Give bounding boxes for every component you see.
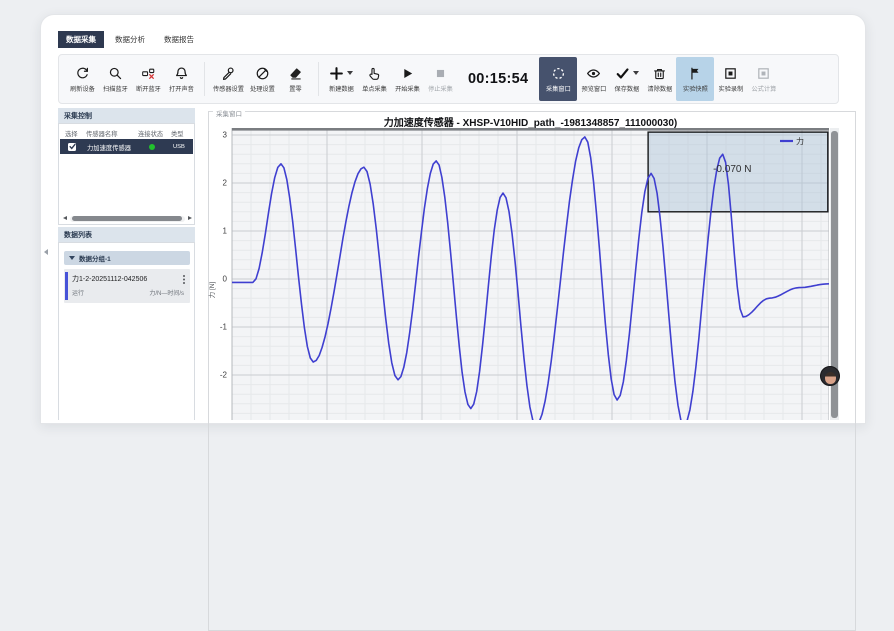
sensor-table: 选择 传感器名称 连接状态 类型 力加速度传感器 USB (58, 123, 195, 225)
data-list-panel: 数据分组-1 力1-2-20251112-042506 运行 力/N—时间/s (58, 242, 195, 420)
assistant-avatar[interactable] (820, 366, 840, 386)
scroll-left-arrow-icon[interactable] (63, 216, 67, 220)
check-icon (615, 66, 630, 81)
eye-icon (586, 66, 601, 81)
avatar-face-icon (825, 372, 836, 384)
play-icon (400, 66, 415, 81)
sensor-status-dot (149, 144, 155, 150)
data-group-row[interactable]: 数据分组-1 (64, 251, 190, 265)
sensor-settings-icon (221, 66, 236, 81)
sensor-type: USB (173, 144, 185, 150)
column-header-connect-status: 连接状态 (138, 129, 163, 138)
refresh-device-button[interactable]: 刷新设备 (66, 57, 99, 101)
record-icon (723, 66, 738, 81)
scan-bluetooth-button[interactable]: 扫描蓝牙 (99, 57, 132, 101)
tab-data-collect[interactable]: 数据采集 (58, 31, 104, 48)
dropdown-caret-icon[interactable] (633, 71, 639, 75)
toolbar-separator (318, 62, 319, 96)
formula-icon (756, 66, 771, 81)
chart-title: 力加速度传感器 - XHSP-V10HID_path_-1981348857_1… (232, 114, 829, 129)
y-tick-label: -1 (220, 323, 228, 332)
new-data-button[interactable]: 新建数据 (325, 57, 358, 101)
data-list-header: 数据列表 (58, 227, 195, 242)
dashed-circle-icon (551, 66, 566, 81)
data-item-axes: 力/N—时间/s (149, 288, 184, 297)
collect-control-header: 采集控制 (58, 108, 195, 123)
sensor-checkbox[interactable] (68, 143, 76, 151)
toolbar: 刷新设备 扫描蓝牙 断开蓝牙 打开声音 传感器设置 处理设置 置零 新建数据 单… (58, 54, 839, 104)
bluetooth-disconnect-icon (141, 66, 156, 81)
y-tick-label: 2 (223, 179, 228, 188)
column-header-sensor-name: 传感器名称 (86, 129, 117, 138)
sensor-settings-button[interactable]: 传感器设置 (211, 57, 246, 101)
page: { "window": { "tabs": [ { "label": "数据采集… (0, 0, 894, 420)
expander-caret-icon[interactable] (69, 256, 75, 260)
legend-label: 力 (796, 136, 804, 146)
measurement-annotation: -0.070 N (713, 164, 751, 175)
compass-icon (255, 66, 270, 81)
eraser-icon (288, 66, 303, 81)
sensor-row[interactable]: 力加速度传感器 USB (60, 139, 193, 154)
bell-icon (174, 66, 189, 81)
hand-point-icon (367, 66, 382, 81)
save-data-button[interactable]: 保存数据 (610, 57, 643, 101)
y-tick-label: 1 (223, 227, 228, 236)
stop-icon (433, 66, 448, 81)
dropdown-caret-icon[interactable] (347, 71, 353, 75)
collect-window-button[interactable]: 采集窗口 (539, 57, 577, 101)
clear-data-button[interactable]: 清除数据 (643, 57, 676, 101)
plot-svg[interactable]: 3 2 1 0 -1 -2 -0.070 N 力 (206, 128, 829, 420)
sensor-table-horizontal-scrollbar[interactable] (63, 215, 192, 222)
process-settings-button[interactable]: 处理设置 (246, 57, 279, 101)
search-icon (108, 66, 123, 81)
refresh-icon (75, 66, 90, 81)
zero-button[interactable]: 置零 (279, 57, 312, 101)
tab-data-analysis[interactable]: 数据分析 (107, 31, 153, 48)
sound-toggle-button[interactable]: 打开声音 (165, 57, 198, 101)
y-tick-label: 0 (223, 275, 228, 284)
chart-panel: 采集窗口 力加速度传感器 - XHSP-V10HID_path_-1981348… (196, 104, 860, 420)
single-point-collect-button[interactable]: 单点采集 (358, 57, 391, 101)
data-item-status: 运行 (72, 288, 84, 297)
scrollbar-thumb[interactable] (72, 216, 182, 221)
column-header-type: 类型 (171, 129, 184, 138)
trash-icon (652, 66, 667, 81)
main-tabs: 数据采集 数据分析 数据报告 (58, 31, 202, 48)
start-collect-button[interactable]: 开始采集 (391, 57, 424, 101)
scroll-right-arrow-icon[interactable] (188, 216, 192, 220)
stop-collect-button[interactable]: 停止采集 (424, 57, 457, 101)
plus-icon (329, 66, 344, 81)
column-header-select: 选择 (65, 129, 78, 138)
experiment-snapshot-button[interactable]: 实验快照 (676, 57, 714, 101)
data-item-title: 力1-2-20251112-042506 (72, 274, 147, 284)
collect-timer: 00:15:54 (468, 71, 528, 87)
sensor-name: 力加速度传感器 (87, 143, 131, 152)
formula-calc-button[interactable]: 公式计算 (747, 57, 780, 101)
experiment-record-button[interactable]: 实验录制 (714, 57, 747, 101)
item-accent-bar (65, 272, 68, 300)
kebab-menu-icon[interactable] (183, 275, 185, 277)
sidebar-collapse-arrow-icon[interactable] (44, 249, 48, 255)
disconnect-bluetooth-button[interactable]: 断开蓝牙 (132, 57, 165, 101)
data-item[interactable]: 力1-2-20251112-042506 运行 力/N—时间/s (64, 269, 190, 303)
y-tick-label: -2 (220, 371, 228, 380)
preview-window-button[interactable]: 预览窗口 (577, 57, 610, 101)
tab-data-report[interactable]: 数据报告 (156, 31, 202, 48)
flag-icon (688, 66, 703, 81)
y-tick-label: 3 (223, 131, 228, 140)
toolbar-separator (204, 62, 205, 96)
